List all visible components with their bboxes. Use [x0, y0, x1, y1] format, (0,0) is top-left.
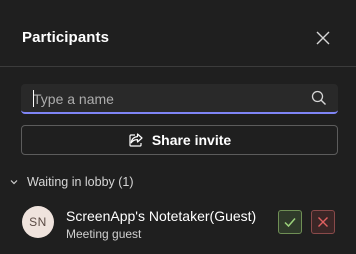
share-icon	[129, 133, 143, 147]
header-divider	[0, 66, 356, 67]
close-button[interactable]	[312, 27, 334, 49]
search-icon[interactable]	[311, 90, 327, 106]
check-icon	[284, 218, 296, 228]
search-box[interactable]	[21, 84, 338, 114]
avatar: SN	[22, 206, 54, 238]
panel-title: Participants	[22, 29, 110, 46]
close-icon	[318, 217, 328, 227]
close-icon	[316, 31, 330, 45]
participant-name: ScreenApp's Notetaker(Guest)	[66, 208, 257, 224]
waiting-lobby-label: Waiting in lobby (1)	[27, 175, 134, 189]
share-invite-button[interactable]: Share invite	[21, 125, 338, 155]
chevron-down-icon	[10, 180, 18, 185]
participant-role: Meeting guest	[66, 227, 142, 241]
lobby-participant-row: SN ScreenApp's Notetaker(Guest) Meeting …	[0, 200, 356, 246]
text-caret	[33, 90, 34, 107]
search-input[interactable]	[33, 89, 303, 109]
waiting-lobby-toggle[interactable]: Waiting in lobby (1)	[9, 174, 134, 190]
admit-button[interactable]	[278, 210, 302, 234]
share-invite-label: Share invite	[151, 132, 232, 148]
panel-header: Participants	[0, 0, 356, 66]
participants-panel: Participants Share invite Waiting in lob…	[0, 0, 356, 254]
deny-button[interactable]	[311, 210, 335, 234]
